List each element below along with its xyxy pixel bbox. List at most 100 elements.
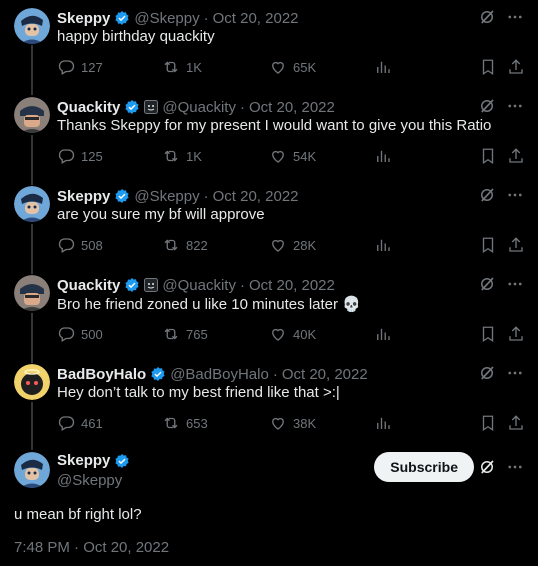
like-button[interactable]: 38K: [269, 414, 316, 432]
handle[interactable]: @BadBoyHalo: [170, 366, 269, 383]
avatar[interactable]: [14, 452, 50, 488]
avatar[interactable]: [14, 97, 50, 133]
handle[interactable]: @Skeppy: [134, 10, 199, 27]
more-icon[interactable]: [506, 8, 524, 26]
reply-button[interactable]: 461: [57, 414, 103, 432]
views-button[interactable]: [374, 414, 392, 432]
verified-badge-icon: [124, 99, 140, 115]
share-button[interactable]: [507, 325, 525, 343]
like-button[interactable]: 28K: [269, 236, 316, 254]
views-button[interactable]: [374, 147, 392, 165]
views-button[interactable]: [374, 236, 392, 254]
retweet-button[interactable]: 765: [162, 325, 208, 343]
share-button[interactable]: [507, 414, 525, 432]
tweet-card[interactable]: BadBoyHalo @BadBoyHalo · Oct 20, 2022 He…: [0, 364, 538, 444]
tweet-card[interactable]: Skeppy @Skeppy · Oct 20, 2022 are you su…: [0, 186, 538, 266]
bookmark-button[interactable]: [479, 414, 497, 432]
share-button[interactable]: [507, 147, 525, 165]
more-icon[interactable]: [506, 275, 524, 293]
display-name[interactable]: BadBoyHalo: [57, 366, 146, 383]
tweet-timestamp[interactable]: 7:48 PM · Oct 20, 2022: [14, 539, 169, 556]
tweet-card[interactable]: Quackity @Quackity · Oct 20, 2022 Thanks…: [0, 97, 538, 177]
affiliate-badge-icon: [144, 100, 159, 114]
tweet-date[interactable]: Oct 20, 2022: [249, 99, 335, 116]
grok-icon[interactable]: [478, 97, 496, 115]
avatar[interactable]: [14, 186, 50, 222]
handle[interactable]: @Skeppy: [57, 472, 130, 489]
subscribe-button[interactable]: Subscribe: [374, 452, 474, 482]
like-button[interactable]: 40K: [269, 325, 316, 343]
reply-button[interactable]: 508: [57, 236, 103, 254]
affiliate-badge-icon: [144, 278, 159, 292]
reply-button[interactable]: 500: [57, 325, 103, 343]
handle[interactable]: @Quackity: [162, 99, 236, 116]
display-name[interactable]: Skeppy: [57, 10, 110, 27]
display-name[interactable]: Quackity: [57, 277, 120, 294]
main-tweet-header: Skeppy @Skeppy Subscribe: [0, 452, 538, 497]
tweet-date[interactable]: Oct 20, 2022: [249, 277, 335, 294]
avatar[interactable]: [14, 8, 50, 44]
like-count: 38K: [293, 415, 317, 431]
display-name[interactable]: Skeppy: [57, 452, 110, 469]
separator: ·: [272, 365, 278, 383]
like-count: 54K: [293, 148, 317, 164]
share-button[interactable]: [507, 58, 525, 76]
retweet-count: 1K: [186, 59, 202, 75]
like-button[interactable]: 65K: [269, 58, 316, 76]
handle[interactable]: @Skeppy: [134, 188, 199, 205]
reply-button[interactable]: 125: [57, 147, 103, 165]
separator: ·: [203, 187, 209, 205]
separator: ·: [239, 276, 245, 294]
handle[interactable]: @Quackity: [162, 277, 236, 294]
display-name[interactable]: Skeppy: [57, 188, 110, 205]
retweet-button[interactable]: 822: [162, 236, 208, 254]
tweet-date[interactable]: Oct 20, 2022: [282, 366, 368, 383]
more-icon[interactable]: [506, 458, 524, 476]
grok-icon[interactable]: [478, 8, 496, 26]
retweet-button[interactable]: 1K: [162, 58, 202, 76]
like-count: 40K: [293, 326, 317, 342]
grok-icon[interactable]: [478, 275, 496, 293]
reply-button[interactable]: 127: [57, 58, 103, 76]
retweet-count: 653: [186, 415, 208, 431]
main-tweet-text: u mean bf right lol?: [14, 506, 142, 523]
verified-badge-icon: [114, 453, 130, 469]
retweet-button[interactable]: 653: [162, 414, 208, 432]
views-button[interactable]: [374, 58, 392, 76]
avatar[interactable]: [14, 364, 50, 400]
tweet-card[interactable]: Quackity @Quackity · Oct 20, 2022 Bro he…: [0, 275, 538, 355]
bookmark-button[interactable]: [479, 147, 497, 165]
verified-badge-icon: [150, 366, 166, 382]
reply-count: 125: [81, 148, 103, 164]
tweet-date[interactable]: Oct 20, 2022: [213, 188, 299, 205]
retweet-count: 1K: [186, 148, 202, 164]
tweet-card[interactable]: Skeppy @Skeppy · Oct 20, 2022 happy birt…: [0, 8, 538, 88]
tweet-text: happy birthday quackity: [57, 28, 215, 45]
reply-count: 461: [81, 415, 103, 431]
retweet-button[interactable]: 1K: [162, 147, 202, 165]
bookmark-button[interactable]: [479, 236, 497, 254]
share-button[interactable]: [507, 236, 525, 254]
display-name[interactable]: Quackity: [57, 99, 120, 116]
like-button[interactable]: 54K: [269, 147, 316, 165]
tweet-text: Hey don’t talk to my best friend like th…: [57, 384, 340, 401]
bookmark-button[interactable]: [479, 325, 497, 343]
more-icon[interactable]: [506, 186, 524, 204]
grok-icon[interactable]: [478, 186, 496, 204]
more-icon[interactable]: [506, 97, 524, 115]
more-icon[interactable]: [506, 364, 524, 382]
grok-icon[interactable]: [478, 364, 496, 382]
tweet-text: are you sure my bf will approve: [57, 206, 265, 223]
bookmark-button[interactable]: [479, 58, 497, 76]
like-count: 65K: [293, 59, 317, 75]
views-button[interactable]: [374, 325, 392, 343]
avatar[interactable]: [14, 275, 50, 311]
grok-icon[interactable]: [478, 458, 496, 476]
tweet-date[interactable]: Oct 20, 2022: [213, 10, 299, 27]
retweet-count: 822: [186, 237, 208, 253]
tweet-text: Bro he friend zoned u like 10 minutes la…: [57, 296, 361, 313]
like-count: 28K: [293, 237, 317, 253]
verified-badge-icon: [114, 10, 130, 26]
verified-badge-icon: [114, 188, 130, 204]
separator: ·: [203, 9, 209, 27]
